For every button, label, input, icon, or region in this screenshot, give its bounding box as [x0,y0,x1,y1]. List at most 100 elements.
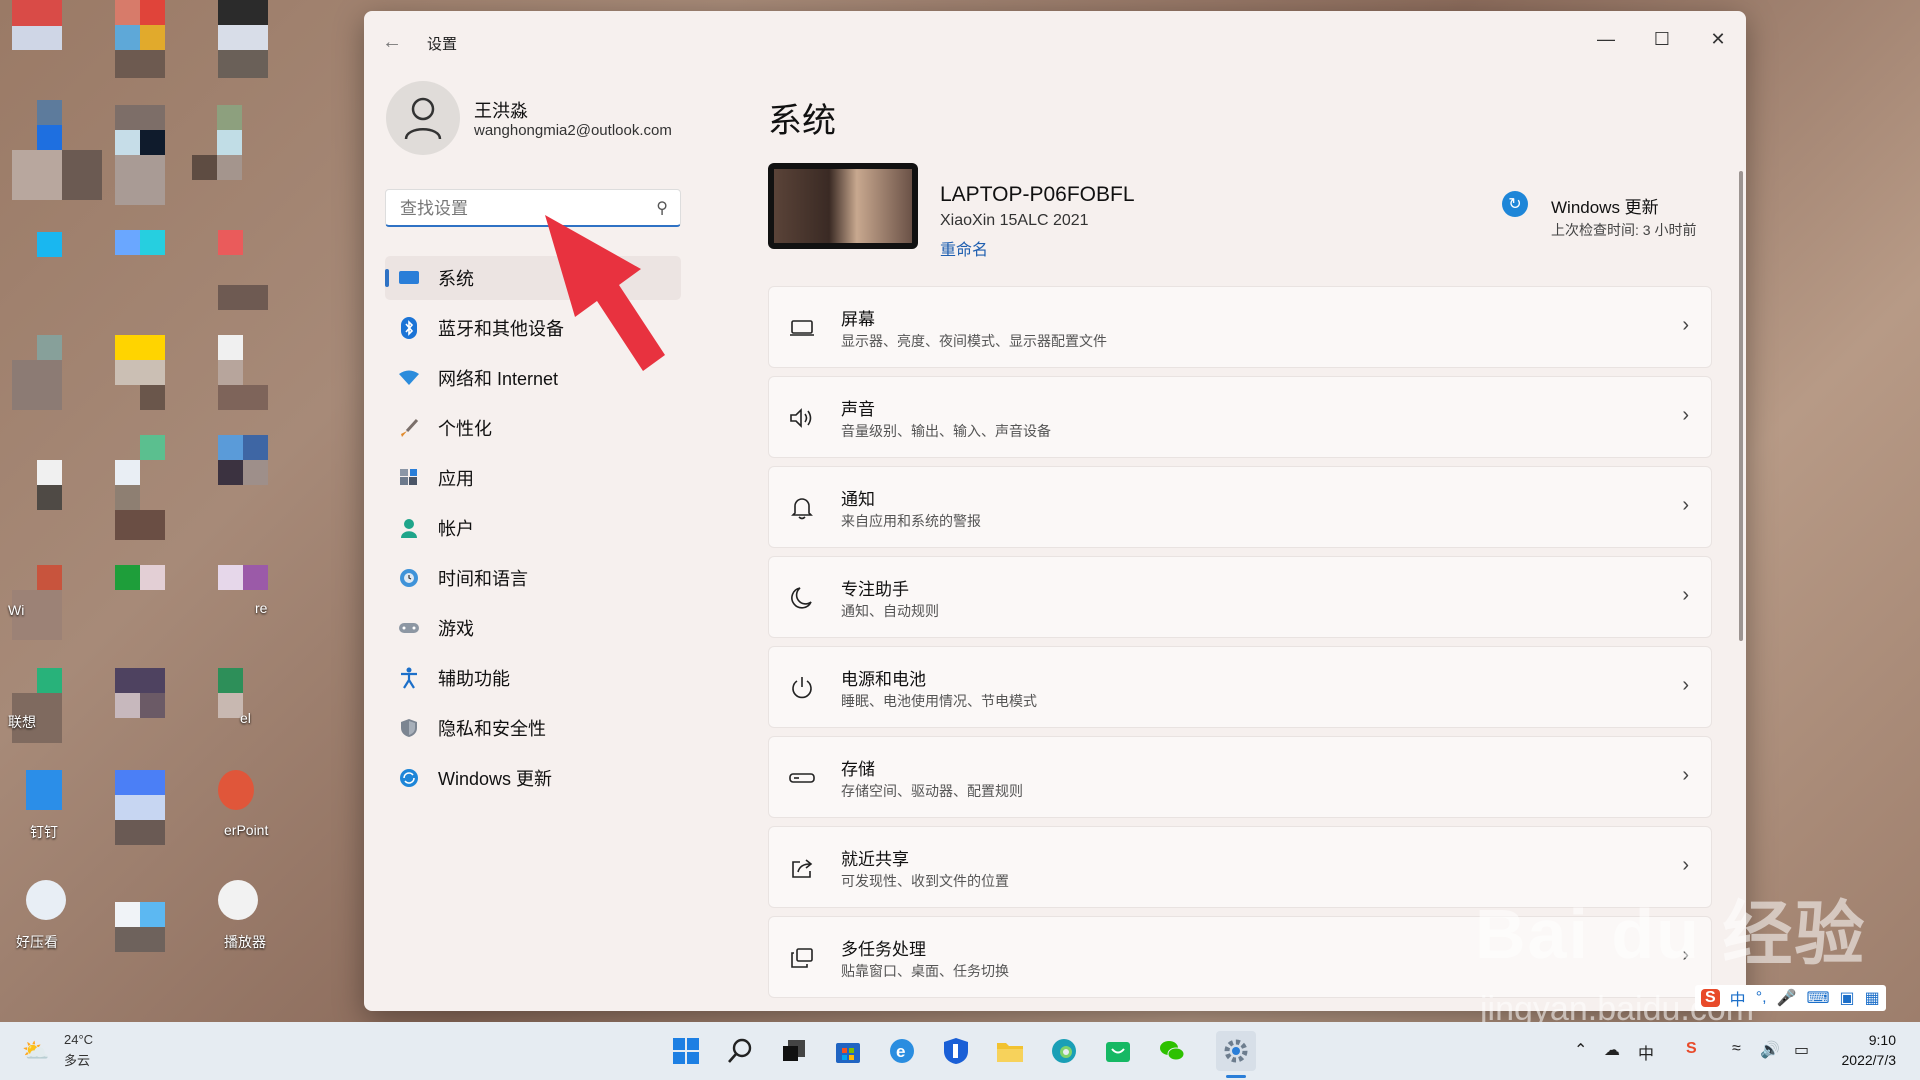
desktop-icon[interactable] [115,230,215,330]
wifi-icon[interactable]: ≈ [1732,1040,1741,1058]
desktop-icon-label: 钉钉 [30,824,58,840]
taskbar-edge[interactable] [1044,1031,1084,1071]
taskbar-wechat[interactable] [1152,1031,1192,1071]
minimize-button[interactable]: — [1578,19,1634,59]
chevron-right-icon: › [1682,854,1689,876]
start-button[interactable] [666,1031,706,1071]
taskbar-app-blue[interactable] [936,1031,976,1071]
microphone-icon[interactable]: 🎤 [1777,988,1797,1008]
sogou-tray-icon[interactable]: S [1686,1040,1697,1058]
ime-language[interactable]: 中 [1730,986,1746,1010]
scrollbar[interactable] [1739,171,1743,641]
settings-card-storage[interactable]: 存储 存储空间、驱动器、配置规则 › [768,736,1712,818]
sidebar-item-personalization[interactable]: 个性化 [385,406,681,450]
desktop-icon[interactable] [192,105,292,205]
ime-indicator-icon[interactable]: 中 [1638,1040,1654,1064]
desktop-icon[interactable] [115,335,215,435]
settings-card-notifications[interactable]: 通知 来自应用和系统的警报 › [768,466,1712,548]
settings-card-focus-assist[interactable]: 专注助手 通知、自动规则 › [768,556,1712,638]
punctuation-icon[interactable]: °, [1756,989,1767,1007]
desktop-icon[interactable] [218,880,318,980]
settings-card-sound[interactable]: 声音 音量级别、输出、输入、声音设备 › [768,376,1712,458]
desktop-icon[interactable] [115,435,215,540]
desktop-icon[interactable] [115,770,215,870]
card-subtitle: 存储空间、驱动器、配置规则 [841,783,1023,799]
card-title: 电源和电池 [841,670,926,689]
search-button[interactable] [720,1031,760,1071]
ime-toolbar[interactable]: S 中 °, 🎤 ⌨ ▣ ▦ [1695,985,1886,1011]
windows-update-title[interactable]: Windows 更新 [1551,193,1659,218]
sidebar-item-windows-update[interactable]: Windows 更新 [385,756,681,800]
windows-update-icon[interactable]: ↻ [1502,191,1528,217]
sidebar-item-label: Windows 更新 [438,769,553,789]
desktop-icon[interactable] [218,0,318,100]
close-button[interactable]: ✕ [1690,19,1746,59]
desktop-icon[interactable] [218,435,318,535]
clock-time: 9:10 [1868,1032,1896,1048]
taskbar-file-explorer[interactable] [990,1031,1030,1071]
person-icon [397,516,421,540]
card-subtitle: 睡眠、电池使用情况、节电模式 [841,693,1037,709]
avatar[interactable] [386,81,460,155]
desktop-icon[interactable] [12,0,112,100]
card-title: 多任务处理 [841,940,926,959]
desktop-icon[interactable] [115,0,215,100]
desktop-icon[interactable] [12,220,112,320]
desktop-icon[interactable] [115,565,215,665]
taskbar-browser-app[interactable]: e [882,1031,922,1071]
sidebar-item-accounts[interactable]: 帐户 [385,506,681,550]
skin-icon[interactable]: ▣ [1840,988,1855,1008]
settings-card-power-battery[interactable]: 电源和电池 睡眠、电池使用情况、节电模式 › [768,646,1712,728]
desktop-icon[interactable] [12,880,112,980]
taskbar-settings[interactable] [1216,1031,1256,1071]
card-subtitle: 可发现性、收到文件的位置 [841,873,1009,889]
desktop-icon[interactable] [12,100,112,200]
desktop-icon[interactable] [12,660,112,760]
storage-icon [789,765,815,791]
rename-link[interactable]: 重命名 [940,236,988,260]
onedrive-cloud-icon[interactable]: ☁ [1604,1040,1620,1060]
battery-icon[interactable]: ▭ [1794,1040,1809,1060]
close-icon: ✕ [1710,28,1726,49]
taskbar-app-green-bag[interactable] [1098,1031,1138,1071]
desktop-icon[interactable] [12,770,112,870]
share-icon [789,855,815,881]
card-title: 就近共享 [841,850,909,869]
keyboard-icon[interactable]: ⌨ [1806,988,1829,1008]
sidebar-item-label: 辅助功能 [438,669,510,689]
user-email: wanghongmia2@outlook.com [474,122,672,139]
volume-icon[interactable]: 🔊 [1760,1040,1780,1060]
desktop-icon[interactable] [218,335,318,435]
settings-card-display[interactable]: 屏幕 显示器、亮度、夜间模式、显示器配置文件 › [768,286,1712,368]
task-view-button[interactable] [774,1031,814,1071]
desktop-icon[interactable] [12,560,112,660]
sogou-icon[interactable]: S [1701,989,1720,1007]
sidebar-item-gaming[interactable]: 游戏 [385,606,681,650]
chevron-right-icon: › [1682,494,1689,516]
maximize-button[interactable]: ☐ [1634,19,1690,59]
desktop-icon-label: 播放器 [224,934,266,950]
clock[interactable]: 9:10 2022/7/3 [1842,1030,1897,1070]
sidebar-item-apps[interactable]: 应用 [385,456,681,500]
desktop-icon[interactable] [218,565,318,665]
desktop-icon[interactable] [115,872,215,972]
gamepad-icon [397,616,421,640]
toolbox-icon[interactable]: ▦ [1865,988,1880,1008]
display-icon [789,315,815,341]
desktop-icon[interactable] [218,668,318,768]
back-arrow-icon[interactable]: ← [382,31,402,54]
active-app-indicator [1226,1075,1246,1078]
desktop-icon[interactable] [218,230,318,330]
desktop-icon[interactable] [218,770,318,870]
globe-clock-icon [397,566,421,590]
sidebar-item-time-language[interactable]: 时间和语言 [385,556,681,600]
sidebar-item-accessibility[interactable]: 辅助功能 [385,656,681,700]
monitor-icon [397,266,421,290]
sidebar-item-label: 隐私和安全性 [438,719,546,739]
sidebar-item-privacy[interactable]: 隐私和安全性 [385,706,681,750]
chevron-up-icon[interactable]: ⌃ [1574,1040,1587,1060]
taskbar-store-app[interactable] [828,1031,868,1071]
desktop-icon[interactable] [12,460,112,560]
desktop-icon[interactable] [12,330,112,430]
desktop-icon[interactable] [115,668,215,768]
